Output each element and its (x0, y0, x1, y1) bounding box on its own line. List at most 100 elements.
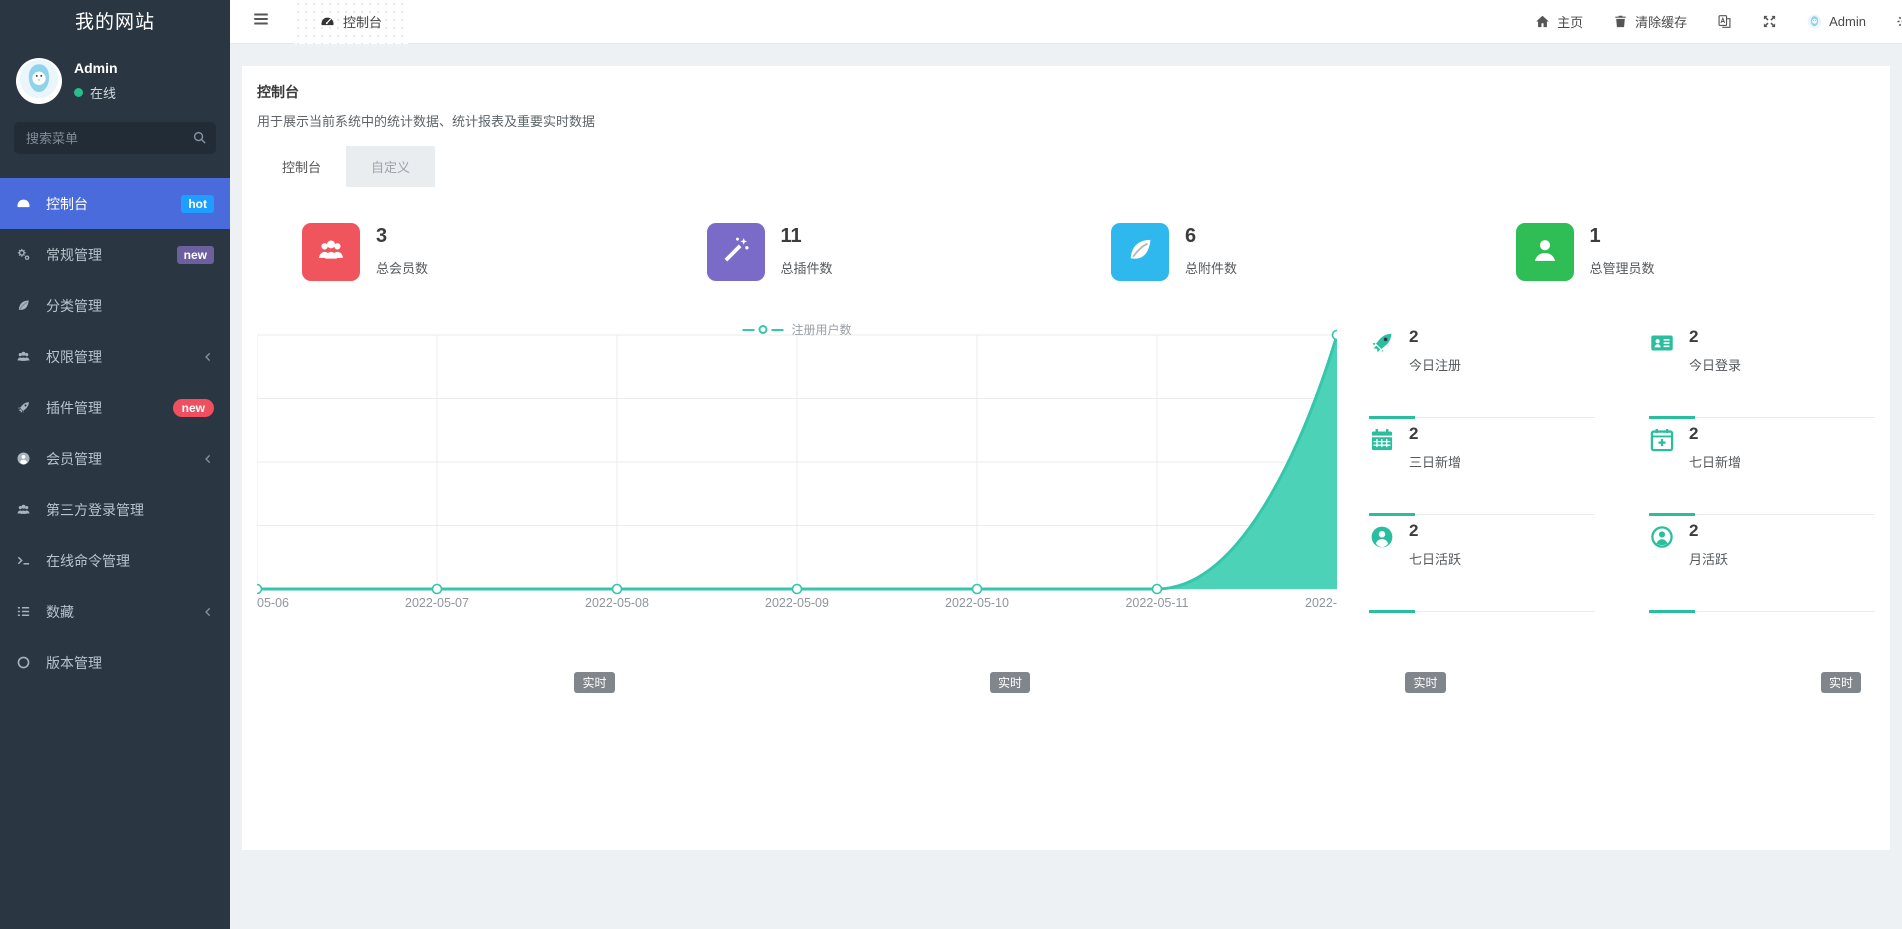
online-dot (74, 88, 83, 97)
mini-stat-label: 七日新增 (1689, 452, 1741, 471)
topbar-action-label: 清除缓存 (1635, 12, 1687, 31)
stat-card: 数据库统计 实时 46 数据表数量 (673, 658, 1045, 808)
metric-caption: 当前运行中的插件数 (296, 762, 409, 781)
dashboard-content: 3 总会员数 11 总插件数 (242, 223, 1890, 808)
leaf-icon (16, 298, 36, 313)
mini-stat-label: 三日新增 (1409, 452, 1461, 471)
mini-stat-label: 今日登录 (1689, 355, 1741, 374)
svg-text:2022-05-06: 2022-05-06 (257, 596, 289, 610)
stat-card: 运行中的插件 实时 10 当前运行中的插件数 (257, 658, 629, 808)
sidebar-item[interactable]: 会员管理 (0, 433, 230, 484)
sidebar-item[interactable]: 常规管理 new (0, 229, 230, 280)
stat-value: 6 (1185, 225, 1237, 248)
card-title: 数据库统计 (693, 675, 1025, 695)
main-area: 控制台 主页 清除缓存 (230, 0, 1902, 929)
topbar-action-label: Admin (1829, 14, 1866, 29)
mini-stat-value: 2 (1689, 424, 1741, 444)
topbar-action[interactable]: Admin (1807, 14, 1866, 29)
svg-text:2022-05-10: 2022-05-10 (945, 596, 1009, 610)
users-icon (316, 235, 346, 270)
sidebar: 我的网站 Admin 在线 控制台 hot (0, 0, 230, 929)
mini-stat-value: 2 (1689, 327, 1741, 347)
filter-icon (875, 765, 888, 778)
topbar-tab-dashboard[interactable]: 控制台 (294, 0, 408, 44)
topbar-action[interactable] (1717, 14, 1732, 29)
summary-stat: 3 总会员数 (257, 223, 662, 281)
topbar-actions: 主页 清除缓存 Admin (1535, 12, 1902, 31)
topbar-action-label: 主页 (1557, 12, 1583, 31)
sidebar-item[interactable]: 插件管理 new (0, 382, 230, 433)
topbar-action[interactable]: 主页 (1535, 12, 1583, 31)
sidebar-item-label: 数藏 (46, 602, 74, 622)
panel-head: 控制台 用于展示当前系统中的统计数据、统计报表及重要实时数据 (242, 66, 1890, 130)
summary-stat: 11 总插件数 (662, 223, 1067, 281)
filter-icon (1706, 765, 1719, 778)
mini-stat: 2 七日活跃 (1369, 515, 1595, 612)
mini-stat-label: 七日活跃 (1409, 549, 1461, 568)
users-icon (16, 349, 36, 364)
sidebar-item-label: 会员管理 (46, 449, 102, 469)
sidebar-item[interactable]: 权限管理 (0, 331, 230, 382)
avatar-icon (18, 58, 60, 104)
user-panel: Admin 在线 (0, 46, 230, 112)
sidebar-item[interactable]: 第三方登录管理 (0, 484, 230, 535)
stat-label: 总会员数 (376, 258, 428, 277)
chart-legend[interactable]: 注册用户数 (742, 321, 851, 338)
user-circle-o-icon (1649, 524, 1675, 611)
svg-text:2022-05-07: 2022-05-07 (405, 596, 469, 610)
user-icon (1530, 235, 1560, 270)
gear-icon (1896, 14, 1902, 29)
leaf-icon (1125, 235, 1155, 270)
topbar-tab-label: 控制台 (343, 12, 382, 31)
calendar-plus-icon (1649, 427, 1675, 514)
chevron-left-icon (202, 453, 214, 465)
card-title: 附件统计 (1108, 675, 1440, 695)
sidebar-item-label: 在线命令管理 (46, 551, 130, 571)
mini-stat-value: 2 (1409, 521, 1461, 541)
topbar-action[interactable] (1896, 14, 1902, 29)
metric-value: 6 (1524, 715, 1706, 749)
mini-stat-label: 月活跃 (1689, 549, 1728, 568)
copy-icon (1108, 765, 1121, 778)
sidebar-toggle-button[interactable] (230, 10, 294, 33)
search-icon[interactable] (192, 130, 207, 150)
circle-o-icon (16, 655, 36, 670)
workspace: 控制台 用于展示当前系统中的统计数据、统计报表及重要实时数据 控制台 自定义 (230, 44, 1902, 929)
sidebar-item-label: 常规管理 (46, 245, 102, 265)
sidebar-item[interactable]: 分类管理 (0, 280, 230, 331)
dashboard-panel: 控制台 用于展示当前系统中的统计数据、统计报表及重要实时数据 控制台 自定义 (242, 66, 1890, 850)
svg-text:2022-05-08: 2022-05-08 (585, 596, 649, 610)
trash-icon (1613, 14, 1628, 29)
metric-caption: 图片大小 (1725, 762, 1775, 781)
chart-row: 注册用户数 2022-05-06 2022-05-07 2022-05-08 2022… (257, 319, 1875, 612)
mini-stat-value: 2 (1409, 424, 1461, 444)
card-metric: 6 附件数量 (1108, 715, 1290, 781)
sidebar-item-label: 权限管理 (46, 347, 102, 367)
summary-stat: 1 总管理员数 (1471, 223, 1876, 281)
sidebar-item[interactable]: 数藏 (0, 586, 230, 637)
search-input[interactable] (14, 122, 216, 154)
metric-value: 973KB (1290, 715, 1439, 749)
sidebar-item-label: 插件管理 (46, 398, 102, 418)
sidebar-item[interactable]: 版本管理 (0, 637, 230, 688)
card-title: 运行中的插件 (277, 675, 609, 695)
topbar-action[interactable]: 清除缓存 (1613, 12, 1687, 31)
topbar-action[interactable] (1762, 14, 1777, 29)
sidebar-item-label: 分类管理 (46, 296, 102, 316)
avatar[interactable] (16, 58, 62, 104)
summary-stats-row: 3 总会员数 11 总插件数 (257, 223, 1875, 281)
sidebar-item-label: 版本管理 (46, 653, 102, 673)
gauge-icon (16, 196, 36, 211)
panel-tab[interactable]: 自定义 (346, 146, 435, 187)
list-icon (16, 604, 36, 619)
stat-card: 附件统计 实时 6 附件数量 (1088, 658, 1460, 808)
card-metric: 46 数据表数量 (693, 715, 875, 781)
sidebar-item[interactable]: 在线命令管理 (0, 535, 230, 586)
mini-stat: 2 月活跃 (1649, 515, 1875, 612)
stat-value: 11 (781, 225, 833, 248)
card-metric: 6 图片数量 (1524, 715, 1706, 781)
site-title: 我的网站 (0, 0, 230, 46)
sidebar-item[interactable]: 控制台 hot (0, 178, 230, 229)
card-metric: 1MB 占用空间 (875, 715, 1024, 781)
panel-tab[interactable]: 控制台 (257, 146, 346, 187)
